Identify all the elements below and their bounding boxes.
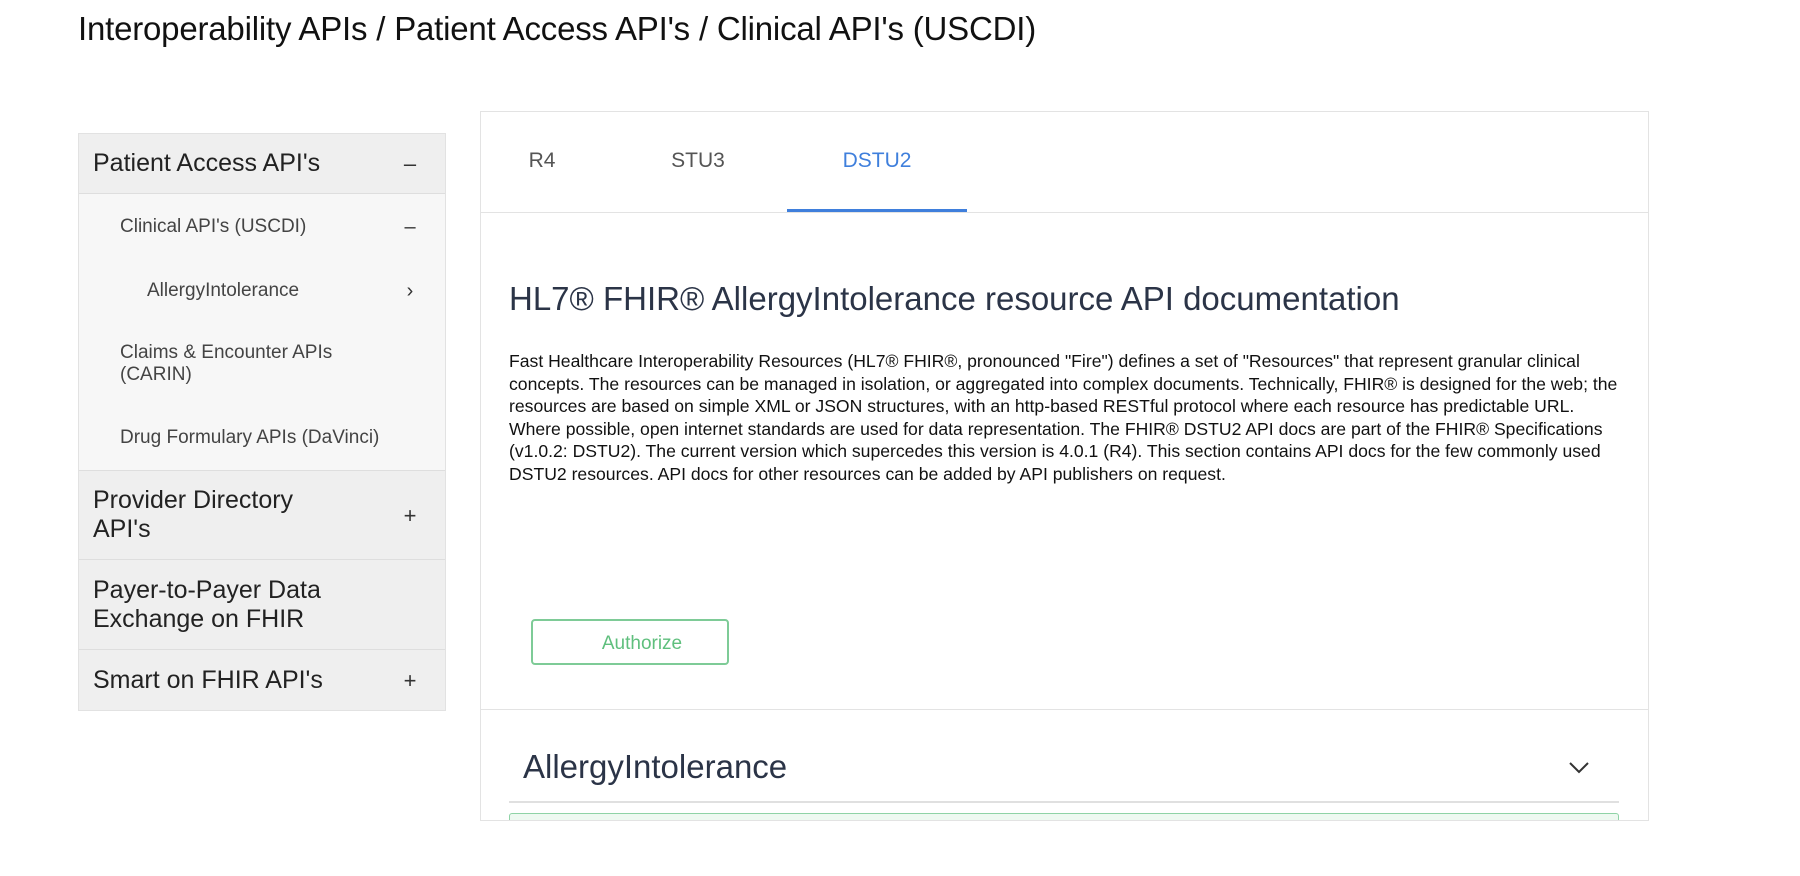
chevron-right-icon[interactable]: › (403, 280, 417, 302)
authorize-button[interactable]: Authorize (531, 619, 729, 665)
sidebar-item-label: AllergyIntolerance (147, 280, 300, 301)
api-doc-panel: R4 STU3 DSTU2 HL7® FHIR® AllergyIntolera… (480, 111, 1649, 821)
sidebar-section-smart-on-fhir[interactable]: Smart on FHIR API's + (79, 650, 445, 710)
operation-row[interactable] (509, 813, 1619, 821)
collapse-icon[interactable]: – (403, 216, 417, 238)
tab-dstu2[interactable]: DSTU2 (787, 112, 967, 212)
sidebar-item-label: Drug Formulary APIs (DaVinci) (120, 427, 380, 448)
sidebar-section-provider-directory[interactable]: Provider Directory API's + (79, 470, 445, 560)
sidebar-nav: Patient Access API's – Clinical API's (U… (78, 133, 446, 711)
sidebar-item-label: Clinical API's (USCDI) (120, 216, 307, 237)
sidebar-item-clinical-apis[interactable]: Clinical API's (USCDI) – (79, 194, 445, 260)
sidebar-item-allergyintolerance[interactable]: AllergyIntolerance › (79, 260, 445, 322)
breadcrumb: Interoperability APIs / Patient Access A… (78, 10, 1037, 47)
tab-r4[interactable]: R4 (513, 112, 571, 212)
sidebar-section-label: Provider Directory API's (93, 486, 294, 543)
operation-method-badge (518, 820, 670, 821)
sidebar-item-label: Claims & Encounter APIs (CARIN) (120, 342, 333, 385)
sidebar-section-label: Patient Access API's (93, 149, 321, 177)
doc-description: Fast Healthcare Interoperability Resourc… (509, 351, 1618, 484)
chevron-down-icon[interactable] (1569, 758, 1589, 778)
expand-icon[interactable]: + (403, 666, 417, 695)
doc-title: HL7® FHIR® AllergyIntolerance resource A… (509, 280, 1400, 317)
tab-stu3[interactable]: STU3 (663, 112, 733, 212)
sidebar-section-label: Payer-to-Payer Data Exchange on FHIR (93, 575, 321, 633)
sidebar-item-drug-formulary[interactable]: Drug Formulary APIs (DaVinci) (79, 406, 445, 470)
collapse-icon[interactable]: – (403, 149, 417, 178)
sidebar-section-payer-to-payer[interactable]: Payer-to-Payer Data Exchange on FHIR (79, 560, 445, 650)
resource-header[interactable]: AllergyIntolerance (509, 710, 1619, 803)
sidebar-item-claims-encounter[interactable]: Claims & Encounter APIs (CARIN) (79, 322, 445, 406)
sidebar-section-patient-access[interactable]: Patient Access API's – (79, 134, 445, 194)
sidebar-section-label: Smart on FHIR API's (93, 665, 323, 694)
expand-icon[interactable]: + (403, 501, 417, 530)
resource-title: AllergyIntolerance (523, 748, 788, 785)
version-tabs: R4 STU3 DSTU2 (481, 112, 1648, 213)
